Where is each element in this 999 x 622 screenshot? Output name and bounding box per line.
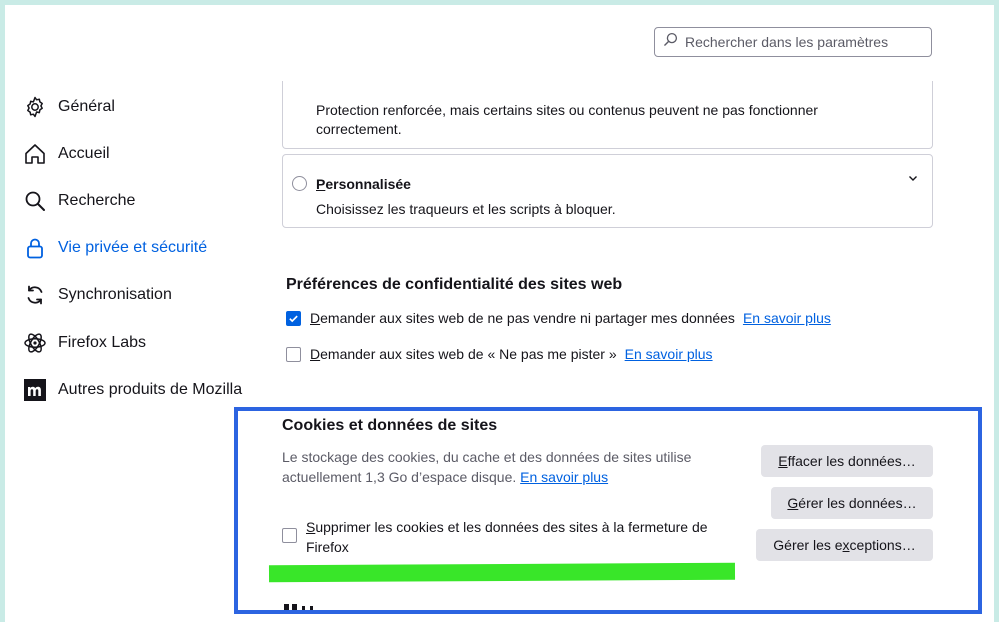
strict-description: Protection renforcée, mais certains site… — [316, 102, 818, 137]
sidebar-item-firefox-labs[interactable]: Firefox Labs — [23, 319, 243, 366]
dnt-learn-more-link[interactable]: En savoir plus — [625, 346, 713, 362]
flask-atom-icon — [23, 331, 47, 355]
sidebar-item-label: Synchronisation — [58, 286, 172, 304]
search-icon — [23, 189, 47, 213]
sidebar-item-label: Général — [58, 97, 115, 115]
highlight-frame — [234, 407, 982, 614]
dnt-checkbox[interactable] — [286, 346, 301, 362]
sidebar-item-label: Accueil — [58, 144, 110, 162]
sidebar-item-mozilla-products[interactable]: Autres produits de Mozilla — [23, 366, 243, 413]
search-icon — [663, 32, 678, 52]
search-input[interactable] — [683, 33, 927, 51]
sidebar-item-privacy[interactable]: Vie privée et sécurité — [23, 225, 243, 272]
dnt-label: Demander aux sites web de « Ne pas me pi… — [310, 346, 617, 362]
mozilla-m-icon — [23, 378, 47, 402]
custom-description: Choisissez les traqueurs et les scripts … — [316, 201, 616, 217]
gear-icon — [23, 95, 47, 119]
sidebar-item-search[interactable]: Recherche — [23, 177, 243, 224]
sidebar-item-label: Vie privée et sécurité — [58, 239, 208, 257]
tracking-custom-card[interactable]: Personnalisée Choisissez les traqueurs e… — [282, 154, 933, 228]
custom-title: Personnalisée — [316, 176, 411, 192]
sidebar-item-label: Recherche — [58, 191, 136, 209]
tracking-strict-card[interactable]: Protection renforcée, mais certains site… — [282, 81, 933, 149]
sidebar-item-label: Firefox Labs — [58, 333, 147, 351]
dnsell-label: Demander aux sites web de ne pas vendre … — [310, 310, 735, 326]
sidebar-item-sync[interactable]: Synchronisation — [23, 272, 243, 319]
dnsell-row: Demander aux sites web de ne pas vendre … — [286, 310, 831, 326]
sidebar-nav: Général Accueil Recherche Vie privée et … — [23, 83, 243, 413]
settings-search-box[interactable] — [654, 27, 932, 57]
sync-icon — [23, 283, 47, 307]
sidebar-item-general[interactable]: Général — [23, 83, 243, 130]
dnsell-checkbox[interactable] — [286, 310, 301, 326]
sidebar-item-home[interactable]: Accueil — [23, 130, 243, 177]
dnsell-learn-more-link[interactable]: En savoir plus — [743, 310, 831, 326]
settings-window: Général Accueil Recherche Vie privée et … — [5, 5, 994, 622]
privacy-prefs-heading: Préférences de confidentialité des sites… — [286, 276, 623, 293]
custom-radio[interactable] — [292, 176, 307, 191]
chevron-down-icon[interactable] — [908, 171, 918, 185]
home-icon — [23, 142, 47, 166]
lock-icon — [23, 236, 47, 260]
sidebar-item-label: Autres produits de Mozilla — [58, 380, 243, 398]
dnt-row: Demander aux sites web de « Ne pas me pi… — [286, 346, 713, 362]
